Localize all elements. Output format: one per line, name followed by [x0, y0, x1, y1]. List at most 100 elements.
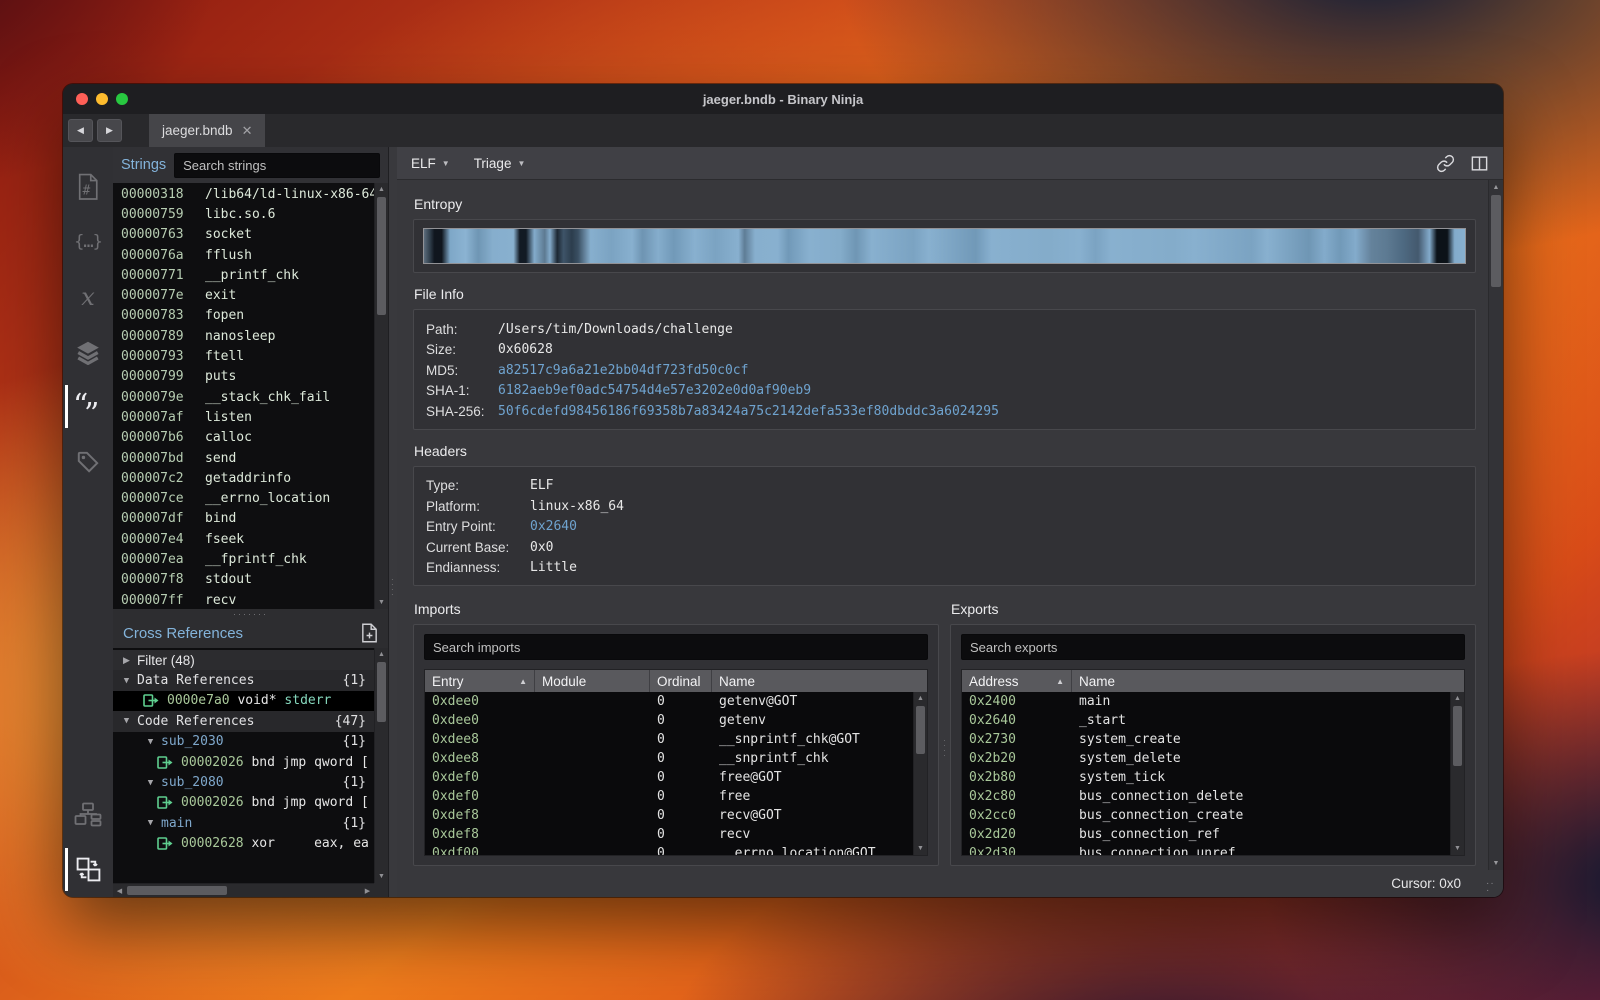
import-row[interactable]: 0xdef0 0 free [425, 787, 913, 806]
tags-tag-icon[interactable] [63, 434, 113, 489]
scroll-up-icon[interactable]: ▲ [375, 648, 388, 661]
strings-scrollbar[interactable]: ▲ ▼ [374, 183, 388, 609]
imports-search-input[interactable] [424, 634, 928, 660]
scrollbar-thumb[interactable] [1491, 195, 1501, 287]
scroll-left-icon[interactable]: ◀ [113, 884, 126, 897]
nav-back-button[interactable]: ◀ [68, 119, 93, 142]
column-header-ordinal[interactable]: Ordinal [650, 670, 712, 692]
xrefs-vscrollbar[interactable]: ▲ ▼ [374, 648, 388, 883]
xref-function-row[interactable]: ▼ sub_2080 {1} [113, 772, 374, 792]
strings-quotes-icon[interactable]: “” [63, 379, 113, 434]
panel-splitter-handle[interactable]: ······· [113, 609, 388, 618]
xref-function-row[interactable]: ▼ sub_2030 {1} [113, 732, 374, 752]
scrollbar-thumb[interactable] [1453, 706, 1462, 766]
export-row[interactable]: 0x2cc0 bus_connection_create [962, 806, 1450, 825]
string-row[interactable]: 000007ea __fprintf_chk [113, 549, 374, 569]
export-row[interactable]: 0x2d30 bus_connection_unref [962, 844, 1450, 855]
stack-layers-icon[interactable] [63, 324, 113, 379]
variables-x-icon[interactable]: x [63, 269, 113, 324]
string-row[interactable]: 00000799 puts [113, 367, 374, 387]
xref-code-item[interactable]: 00002026 bnd jmp qword [ [113, 752, 374, 772]
string-row[interactable]: 000007ff recv [113, 590, 374, 609]
string-row[interactable]: 000007c2 getaddrinfo [113, 468, 374, 488]
export-row[interactable]: 0x2b20 system_delete [962, 749, 1450, 768]
entropy-strip[interactable] [423, 228, 1466, 264]
export-row[interactable]: 0x2d20 bus_connection_ref [962, 825, 1450, 844]
resize-grip-icon[interactable]: ·· · [1486, 879, 1500, 896]
string-row[interactable]: 000007f8 stdout [113, 570, 374, 590]
string-row[interactable]: 00000789 nanosleep [113, 326, 374, 346]
view-mode-dropdown[interactable]: Triage ▼ [474, 156, 526, 171]
imports-scrollbar[interactable]: ▲ ▼ [913, 692, 927, 855]
string-row[interactable]: 00000318 /lib64/ld-linux-x86-64 [113, 184, 374, 204]
xref-code-item[interactable]: 00002628 xor eax, ea [113, 834, 374, 854]
scrollbar-thumb[interactable] [127, 886, 227, 895]
link-icon[interactable] [1436, 154, 1455, 173]
string-row[interactable]: 000007e4 fseek [113, 529, 374, 549]
string-row[interactable]: 00000793 ftell [113, 346, 374, 366]
string-row[interactable]: 0000077e exit [113, 285, 374, 305]
main-vertical-scrollbar[interactable]: ▲ ▼ [1488, 180, 1503, 870]
scroll-up-icon[interactable]: ▲ [914, 692, 927, 705]
mini-graph-icon[interactable] [63, 787, 113, 842]
scroll-up-icon[interactable]: ▲ [1451, 692, 1464, 705]
string-row[interactable]: 000007b6 calloc [113, 428, 374, 448]
cross-references-icon[interactable] [63, 842, 113, 897]
import-row[interactable]: 0xdef8 0 recv [425, 825, 913, 844]
string-row[interactable]: 000007bd send [113, 448, 374, 468]
string-row[interactable]: 000007ce __errno_location [113, 488, 374, 508]
import-row[interactable]: 0xdef0 0 free@GOT [425, 768, 913, 787]
scroll-down-icon[interactable]: ▼ [375, 870, 388, 883]
import-row[interactable]: 0xdee0 0 getenv [425, 711, 913, 730]
export-row[interactable]: 0x2b80 system_tick [962, 768, 1450, 787]
export-row[interactable]: 0x2640 _start [962, 711, 1450, 730]
string-row[interactable]: 000007df bind [113, 509, 374, 529]
import-row[interactable]: 0xdee8 0 __snprintf_chk [425, 749, 913, 768]
symbols-document-icon[interactable]: # [63, 159, 113, 214]
column-header-module[interactable]: Module [535, 670, 650, 692]
string-row[interactable]: 000007af listen [113, 407, 374, 427]
column-header-name[interactable]: Name [712, 670, 927, 692]
xref-data-item[interactable]: 0000e7a0 void* stderr [113, 690, 374, 712]
export-row[interactable]: 0x2c80 bus_connection_delete [962, 787, 1450, 806]
tables-splitter-handle[interactable]: · · · · [943, 737, 946, 760]
scroll-down-icon[interactable]: ▼ [914, 842, 927, 855]
scroll-down-icon[interactable]: ▼ [375, 596, 388, 609]
main-splitter[interactable]: · · · · [389, 147, 397, 897]
tab-jaeger-bndb[interactable]: jaeger.bndb ✕ [149, 114, 266, 147]
exports-search-input[interactable] [961, 634, 1465, 660]
code-references-row[interactable]: ▼ Code References {47} [113, 711, 374, 732]
string-row[interactable]: 0000079e __stack_chk_fail [113, 387, 374, 407]
exports-scrollbar[interactable]: ▲ ▼ [1450, 692, 1464, 855]
split-view-icon[interactable] [1470, 154, 1489, 173]
scrollbar-thumb[interactable] [916, 706, 925, 754]
strings-search-input[interactable] [174, 152, 380, 178]
export-row[interactable]: 0x2400 main [962, 692, 1450, 711]
scroll-right-icon[interactable]: ▶ [361, 884, 374, 897]
xref-code-item[interactable]: 00002026 bnd jmp qword [ [113, 793, 374, 813]
import-row[interactable]: 0xdf00 0 __errno_location@GOT [425, 844, 913, 855]
string-row[interactable]: 00000771 __printf_chk [113, 265, 374, 285]
column-header-name[interactable]: Name [1072, 670, 1464, 692]
data-references-row[interactable]: ▼ Data References {1} [113, 670, 374, 691]
xref-function-row[interactable]: ▼ main {1} [113, 813, 374, 833]
string-row[interactable]: 00000783 fopen [113, 306, 374, 326]
scroll-up-icon[interactable]: ▲ [375, 183, 388, 196]
types-braces-icon[interactable]: {…} [63, 214, 113, 269]
tab-close-icon[interactable]: ✕ [242, 123, 253, 139]
xrefs-filter-row[interactable]: ▶ Filter (48) [113, 650, 374, 671]
scroll-down-icon[interactable]: ▼ [1489, 856, 1503, 870]
string-row[interactable]: 00000763 socket [113, 225, 374, 245]
export-row[interactable]: 0x2730 system_create [962, 730, 1450, 749]
scroll-up-icon[interactable]: ▲ [1489, 180, 1503, 194]
xrefs-hscrollbar[interactable]: ◀ ▶ [113, 883, 374, 897]
import-row[interactable]: 0xdef8 0 recv@GOT [425, 806, 913, 825]
scrollbar-thumb[interactable] [377, 662, 386, 722]
column-header-address[interactable]: Address ▲ [962, 670, 1072, 692]
new-pane-icon[interactable] [361, 623, 378, 643]
nav-forward-button[interactable]: ▶ [97, 119, 122, 142]
import-row[interactable]: 0xdee8 0 __snprintf_chk@GOT [425, 730, 913, 749]
format-dropdown[interactable]: ELF ▼ [411, 156, 450, 171]
column-header-entry[interactable]: Entry ▲ [425, 670, 535, 692]
scrollbar-thumb[interactable] [377, 197, 386, 315]
